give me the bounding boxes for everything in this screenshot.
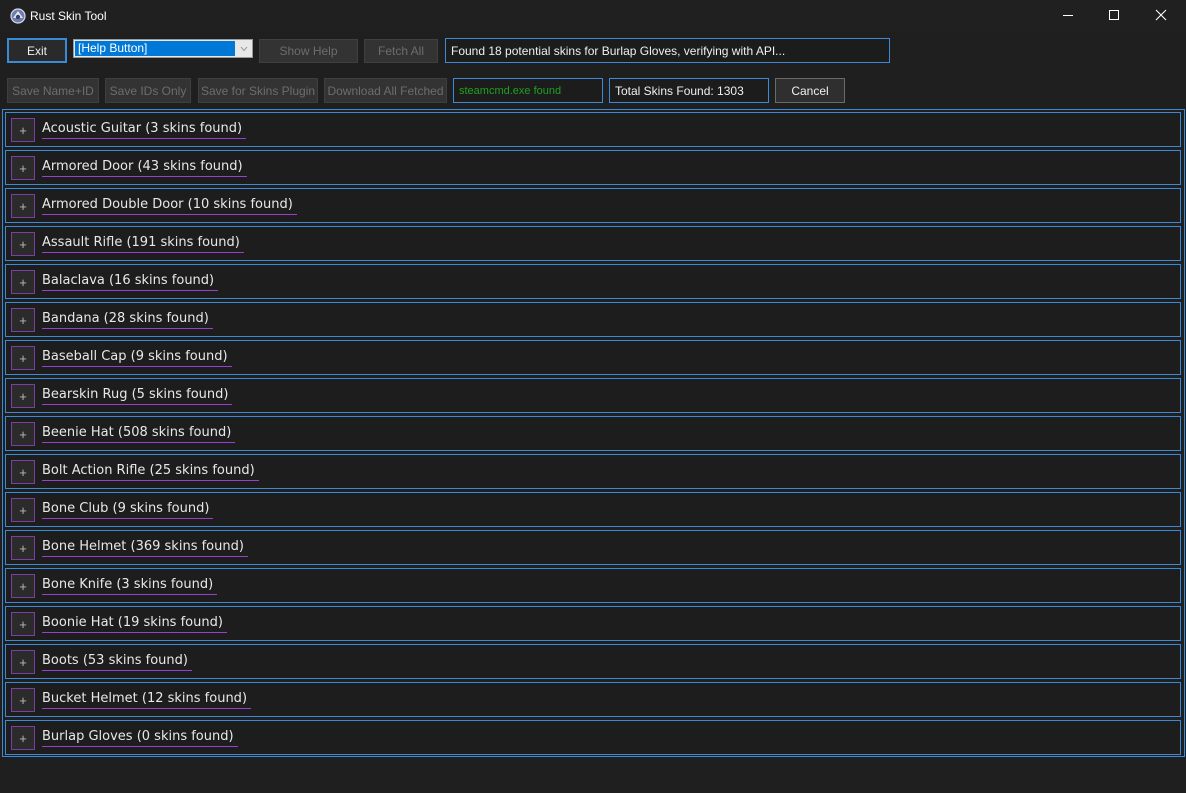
list-item[interactable]: + Acoustic Guitar (3 skins found) (5, 112, 1181, 147)
status-message-field: Found 18 potential skins for Burlap Glov… (445, 38, 890, 63)
close-icon (1155, 9, 1167, 24)
list-item[interactable]: + Boots (53 skins found) (5, 644, 1181, 679)
show-help-button[interactable]: Show Help (259, 39, 358, 63)
rust-app-icon (9, 7, 27, 25)
list-item[interactable]: + Bone Knife (3 skins found) (5, 568, 1181, 603)
steamcmd-status-field: steamcmd.exe found (453, 78, 603, 103)
list-item[interactable]: + Boonie Hat (19 skins found) (5, 606, 1181, 641)
list-item[interactable]: + Bandana (28 skins found) (5, 302, 1181, 337)
list-item[interactable]: + Burlap Gloves (0 skins found) (5, 720, 1181, 755)
expand-button[interactable]: + (11, 688, 35, 712)
expand-button[interactable]: + (11, 422, 35, 446)
download-all-fetched-button[interactable]: Download All Fetched (324, 78, 447, 103)
item-label: Balaclava (16 skins found) (42, 273, 219, 291)
item-label: Bucket Helmet (12 skins found) (42, 691, 252, 709)
maximize-icon (1108, 9, 1120, 24)
item-label: Armored Double Door (10 skins found) (42, 197, 297, 215)
list-item[interactable]: + Armored Double Door (10 skins found) (5, 188, 1181, 223)
total-skins-field: Total Skins Found: 1303 (609, 78, 769, 103)
item-label: Bearskin Rug (5 skins found) (42, 387, 233, 405)
list-item[interactable]: + Balaclava (16 skins found) (5, 264, 1181, 299)
title-bar[interactable]: Rust Skin Tool (0, 0, 1186, 32)
list-item[interactable]: + Assault Rifle (191 skins found) (5, 226, 1181, 261)
item-label: Bandana (28 skins found) (42, 311, 213, 329)
list-item[interactable]: + Baseball Cap (9 skins found) (5, 340, 1181, 375)
minimize-icon (1062, 9, 1074, 24)
save-skins-plugin-button[interactable]: Save for Skins Plugin (198, 78, 318, 103)
expand-button[interactable]: + (11, 726, 35, 750)
list-item[interactable]: + Armored Door (43 skins found) (5, 150, 1181, 185)
list-item[interactable]: + Bearskin Rug (5 skins found) (5, 378, 1181, 413)
window-title: Rust Skin Tool (30, 9, 107, 23)
expand-button[interactable]: + (11, 536, 35, 560)
item-label: Bone Club (9 skins found) (42, 501, 214, 519)
item-label: Bone Helmet (369 skins found) (42, 539, 248, 557)
help-select-value: [Help Button] (75, 41, 235, 56)
list-item[interactable]: + Beenie Hat (508 skins found) (5, 416, 1181, 451)
item-label: Baseball Cap (9 skins found) (42, 349, 232, 367)
item-label: Assault Rifle (191 skins found) (42, 235, 244, 253)
expand-button[interactable]: + (11, 308, 35, 332)
expand-button[interactable]: + (11, 156, 35, 180)
list-item[interactable]: + Bone Helmet (369 skins found) (5, 530, 1181, 565)
item-label: Bolt Action Rifle (25 skins found) (42, 463, 259, 481)
item-label: Bone Knife (3 skins found) (42, 577, 218, 595)
maximize-button[interactable] (1091, 0, 1137, 32)
item-label: Boonie Hat (19 skins found) (42, 615, 227, 633)
expand-button[interactable]: + (11, 460, 35, 484)
expand-button[interactable]: + (11, 650, 35, 674)
item-label: Armored Door (43 skins found) (42, 159, 247, 177)
item-label: Beenie Hat (508 skins found) (42, 425, 236, 443)
close-window-button[interactable] (1138, 0, 1184, 32)
expand-button[interactable]: + (11, 612, 35, 636)
save-name-id-button[interactable]: Save Name+ID (7, 78, 99, 103)
cancel-button[interactable]: Cancel (775, 78, 845, 103)
item-label: Burlap Gloves (0 skins found) (42, 729, 238, 747)
expand-button[interactable]: + (11, 574, 35, 598)
expand-button[interactable]: + (11, 270, 35, 294)
item-label: Acoustic Guitar (3 skins found) (42, 121, 247, 139)
expand-button[interactable]: + (11, 194, 35, 218)
exit-button[interactable]: Exit (7, 38, 67, 63)
help-select[interactable]: [Help Button] (73, 39, 253, 58)
minimize-button[interactable] (1045, 0, 1091, 32)
expand-button[interactable]: + (11, 232, 35, 256)
chevron-down-icon[interactable] (236, 40, 252, 57)
list-item[interactable]: + Bolt Action Rifle (25 skins found) (5, 454, 1181, 489)
list-item[interactable]: + Bucket Helmet (12 skins found) (5, 682, 1181, 717)
expand-button[interactable]: + (11, 384, 35, 408)
expand-button[interactable]: + (11, 118, 35, 142)
expand-button[interactable]: + (11, 498, 35, 522)
fetch-all-button[interactable]: Fetch All (364, 39, 438, 63)
skin-item-list[interactable]: + Acoustic Guitar (3 skins found) + Armo… (2, 109, 1185, 757)
save-ids-only-button[interactable]: Save IDs Only (105, 78, 191, 103)
item-label: Boots (53 skins found) (42, 653, 192, 671)
expand-button[interactable]: + (11, 346, 35, 370)
list-item[interactable]: + Bone Club (9 skins found) (5, 492, 1181, 527)
